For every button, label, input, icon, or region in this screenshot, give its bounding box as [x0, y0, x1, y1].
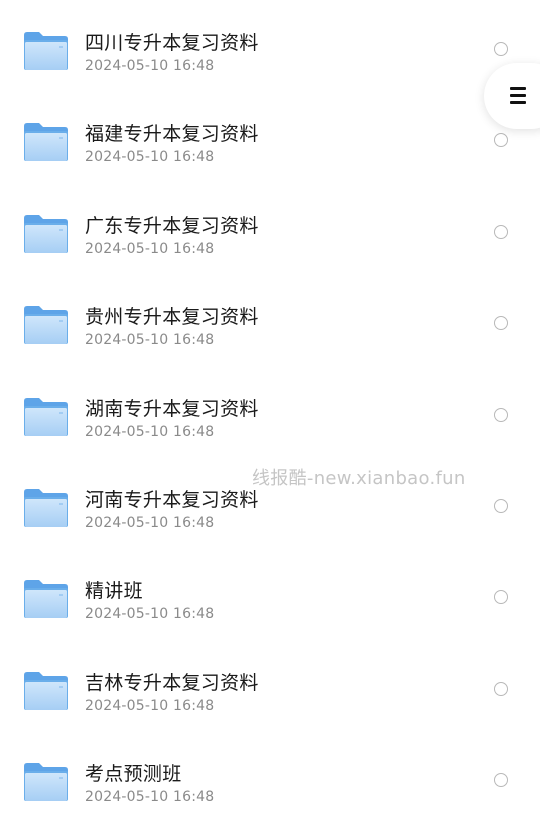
file-name: 吉林专升本复习资料: [85, 671, 259, 694]
file-date: 2024-05-10 16:48: [85, 332, 215, 349]
list-item[interactable]: 广东专升本复习资料 2024-05-10 16:48: [0, 183, 540, 274]
watermark: 线报酷-new.xianbao.fun: [252, 468, 466, 489]
select-radio[interactable]: [494, 681, 508, 696]
file-date: 2024-05-10 16:48: [85, 697, 215, 714]
folder-icon: [23, 121, 69, 163]
select-radio[interactable]: [494, 224, 508, 239]
folder-icon: [23, 670, 69, 712]
menu-icon: [510, 87, 526, 105]
file-name: 贵州专升本复习资料: [85, 306, 259, 329]
select-radio[interactable]: [494, 133, 508, 148]
file-name: 精讲班: [85, 580, 143, 603]
select-radio[interactable]: [494, 316, 508, 331]
folder-icon: [23, 487, 69, 529]
file-date: 2024-05-10 16:48: [85, 789, 215, 806]
file-name: 湖南专升本复习资料: [85, 397, 259, 420]
list-item[interactable]: 吉林专升本复习资料 2024-05-10 16:48: [0, 640, 540, 731]
folder-icon: [23, 213, 69, 255]
file-name: 河南专升本复习资料: [85, 489, 259, 511]
select-radio[interactable]: [494, 499, 508, 513]
file-date: 2024-05-10 16:48: [85, 606, 215, 623]
select-radio[interactable]: [494, 42, 508, 56]
file-date: 2024-05-10 16:48: [85, 58, 215, 74]
select-radio[interactable]: [494, 773, 508, 788]
select-radio[interactable]: [494, 407, 508, 422]
select-radio[interactable]: [494, 590, 508, 605]
file-date: 2024-05-10 16:48: [85, 423, 215, 440]
file-name: 福建专升本复习资料: [85, 123, 259, 146]
list-item[interactable]: 湖南专升本复习资料 2024-05-10 16:48: [0, 366, 540, 457]
list-item[interactable]: 四川专升本复习资料 2024-05-10 16:48: [0, 0, 540, 91]
folder-icon: [23, 578, 69, 620]
file-name: 广东专升本复习资料: [85, 214, 259, 237]
file-date: 2024-05-10 16:48: [85, 240, 215, 257]
list-item[interactable]: 精讲班 2024-05-10 16:48: [0, 548, 540, 639]
folder-icon: [23, 30, 69, 72]
folder-icon: [23, 396, 69, 438]
list-item[interactable]: 考点预测班 2024-05-10 16:48: [0, 731, 540, 822]
list-item[interactable]: 贵州专升本复习资料 2024-05-10 16:48: [0, 274, 540, 365]
file-name: 四川专升本复习资料: [85, 32, 259, 54]
file-date: 2024-05-10 16:48: [85, 149, 215, 166]
file-name: 考点预测班: [85, 763, 182, 786]
folder-icon: [23, 304, 69, 346]
folder-icon: [23, 761, 69, 803]
file-date: 2024-05-10 16:48: [85, 515, 215, 531]
list-item[interactable]: 福建专升本复习资料 2024-05-10 16:48: [0, 91, 540, 182]
